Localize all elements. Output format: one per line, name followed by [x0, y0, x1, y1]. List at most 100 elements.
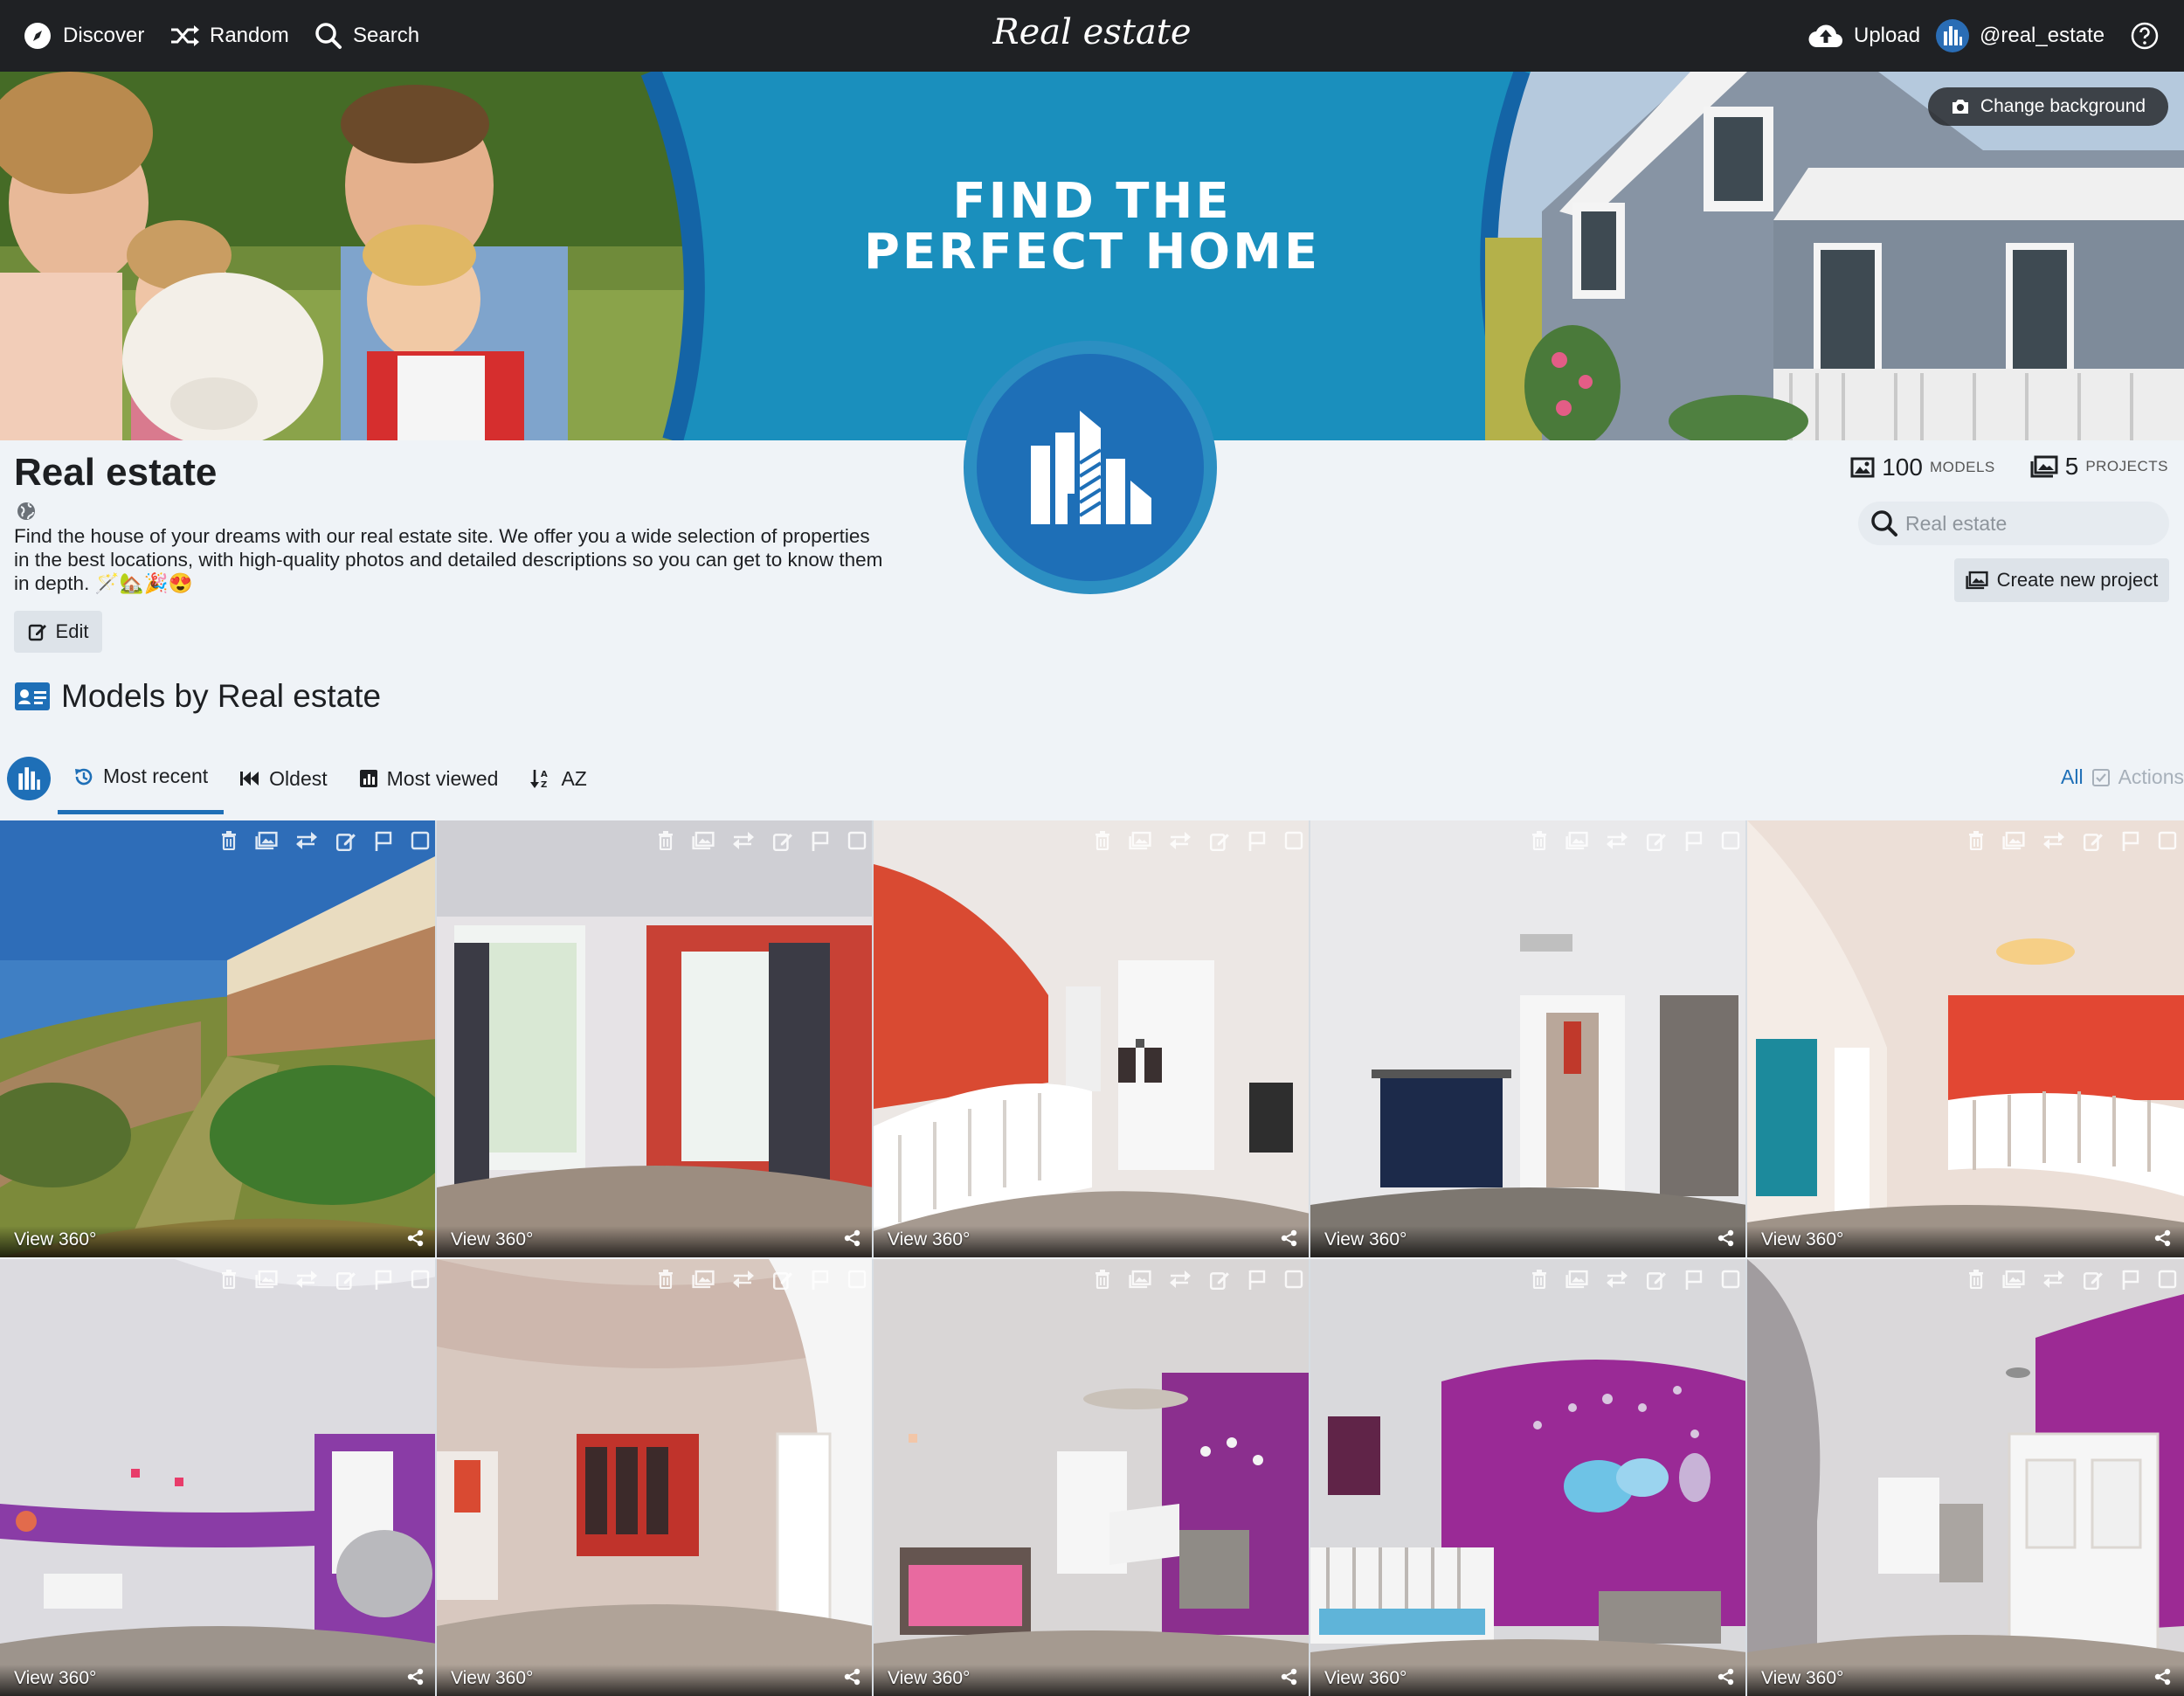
- view-360-link[interactable]: View 360°: [451, 1229, 533, 1250]
- edit-profile-button[interactable]: Edit: [14, 611, 102, 653]
- tab-most-recent[interactable]: Most recent: [58, 757, 225, 814]
- edit-icon[interactable]: [1646, 1270, 1667, 1291]
- edit-icon[interactable]: [1209, 831, 1230, 852]
- models-stat[interactable]: 100 MODELS: [1850, 453, 1995, 481]
- swap-icon[interactable]: [295, 831, 318, 850]
- swap-icon[interactable]: [295, 1270, 318, 1289]
- images-icon[interactable]: [692, 831, 715, 850]
- panorama-thumbnail[interactable]: [0, 1259, 437, 1696]
- panorama-thumbnail[interactable]: [1747, 1259, 2184, 1696]
- panorama-thumbnail[interactable]: [874, 1259, 1310, 1696]
- delete-icon[interactable]: [1967, 831, 1985, 850]
- flag-icon[interactable]: [2121, 831, 2140, 852]
- share-icon[interactable]: [2154, 1668, 2172, 1686]
- view-360-link[interactable]: View 360°: [451, 1668, 533, 1689]
- images-icon[interactable]: [1129, 1270, 1151, 1289]
- swap-icon[interactable]: [1606, 1270, 1628, 1289]
- view-360-link[interactable]: View 360°: [888, 1668, 970, 1689]
- share-icon[interactable]: [2154, 1229, 2172, 1247]
- view-360-link[interactable]: View 360°: [14, 1668, 96, 1689]
- panorama-thumbnail[interactable]: [874, 820, 1310, 1257]
- share-icon[interactable]: [1281, 1229, 1298, 1247]
- flag-icon[interactable]: [2121, 1270, 2140, 1291]
- edit-icon[interactable]: [335, 831, 356, 852]
- flag-icon[interactable]: [811, 831, 830, 852]
- images-icon[interactable]: [1129, 831, 1151, 850]
- panorama-thumbnail[interactable]: [0, 820, 437, 1257]
- view-360-link[interactable]: View 360°: [1324, 1229, 1406, 1250]
- panorama-thumbnail[interactable]: [1310, 820, 1747, 1257]
- panorama-thumbnail[interactable]: [437, 820, 874, 1257]
- delete-icon[interactable]: [1967, 1270, 1985, 1289]
- view-360-link[interactable]: View 360°: [14, 1229, 96, 1250]
- edit-icon[interactable]: [772, 1270, 793, 1291]
- share-icon[interactable]: [407, 1668, 425, 1686]
- share-icon[interactable]: [844, 1229, 861, 1247]
- view-360-link[interactable]: View 360°: [1761, 1229, 1843, 1250]
- select-checkbox-icon[interactable]: [1284, 831, 1303, 850]
- flag-icon[interactable]: [1248, 1270, 1267, 1291]
- swap-icon[interactable]: [1169, 831, 1192, 850]
- delete-icon[interactable]: [220, 831, 238, 850]
- model-card[interactable]: View 360°: [1310, 1259, 1747, 1696]
- change-background-button[interactable]: Change background: [1928, 87, 2168, 126]
- panorama-thumbnail[interactable]: [1310, 1259, 1747, 1696]
- select-checkbox-icon[interactable]: [2158, 831, 2177, 850]
- delete-icon[interactable]: [1094, 831, 1111, 850]
- model-card[interactable]: View 360°: [0, 820, 437, 1257]
- swap-icon[interactable]: [1169, 1270, 1192, 1289]
- user-menu[interactable]: @real_estate: [1936, 0, 2105, 72]
- panorama-thumbnail[interactable]: [437, 1259, 874, 1696]
- delete-icon[interactable]: [220, 1270, 238, 1289]
- select-checkbox-icon[interactable]: [411, 831, 430, 850]
- model-card[interactable]: View 360°: [437, 1259, 874, 1696]
- flag-icon[interactable]: [811, 1270, 830, 1291]
- model-card[interactable]: View 360°: [1310, 820, 1747, 1257]
- images-icon[interactable]: [255, 831, 278, 850]
- images-icon[interactable]: [692, 1270, 715, 1289]
- delete-icon[interactable]: [657, 831, 674, 850]
- view-360-link[interactable]: View 360°: [1324, 1668, 1406, 1689]
- flag-icon[interactable]: [1684, 1270, 1704, 1291]
- tab-az[interactable]: AZ AZ: [514, 757, 602, 800]
- select-all-link[interactable]: All: [2061, 765, 2084, 789]
- profile-search-input[interactable]: [1905, 511, 2150, 536]
- share-icon[interactable]: [844, 1668, 861, 1686]
- swap-icon[interactable]: [732, 1270, 755, 1289]
- images-icon[interactable]: [255, 1270, 278, 1289]
- create-project-button[interactable]: Create new project: [1954, 558, 2169, 602]
- share-icon[interactable]: [1717, 1229, 1735, 1247]
- model-card[interactable]: View 360°: [437, 820, 874, 1257]
- delete-icon[interactable]: [657, 1270, 674, 1289]
- swap-icon[interactable]: [2042, 1270, 2065, 1289]
- select-checkbox-icon[interactable]: [411, 1270, 430, 1289]
- swap-icon[interactable]: [732, 831, 755, 850]
- edit-icon[interactable]: [772, 831, 793, 852]
- images-icon[interactable]: [1565, 1270, 1588, 1289]
- random-link[interactable]: Random: [169, 0, 289, 72]
- actions-menu[interactable]: Actions: [2118, 765, 2184, 789]
- tab-oldest[interactable]: Oldest: [224, 757, 342, 800]
- tab-most-viewed[interactable]: Most viewed: [343, 757, 515, 800]
- flag-icon[interactable]: [374, 831, 393, 852]
- help-button[interactable]: [2130, 0, 2160, 72]
- model-card[interactable]: View 360°: [0, 1259, 437, 1696]
- images-icon[interactable]: [2002, 1270, 2025, 1289]
- select-checkbox-icon[interactable]: [1721, 831, 1740, 850]
- edit-icon[interactable]: [335, 1270, 356, 1291]
- delete-icon[interactable]: [1531, 831, 1548, 850]
- projects-stat[interactable]: 5 PROJECTS: [2030, 453, 2168, 481]
- flag-icon[interactable]: [374, 1270, 393, 1291]
- edit-icon[interactable]: [1646, 831, 1667, 852]
- share-icon[interactable]: [1281, 1668, 1298, 1686]
- select-checkbox-icon[interactable]: [847, 831, 867, 850]
- images-icon[interactable]: [1565, 831, 1588, 850]
- flag-icon[interactable]: [1684, 831, 1704, 852]
- delete-icon[interactable]: [1531, 1270, 1548, 1289]
- images-icon[interactable]: [2002, 831, 2025, 850]
- checkbox-icon[interactable]: [2091, 768, 2110, 786]
- select-checkbox-icon[interactable]: [847, 1270, 867, 1289]
- swap-icon[interactable]: [2042, 831, 2065, 850]
- select-checkbox-icon[interactable]: [1284, 1270, 1303, 1289]
- select-checkbox-icon[interactable]: [2158, 1270, 2177, 1289]
